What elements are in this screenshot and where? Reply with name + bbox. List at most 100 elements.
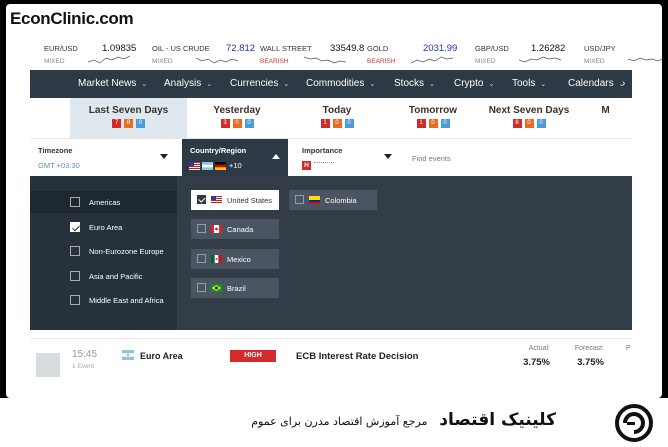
country-option[interactable]: Colombia — [289, 190, 377, 210]
day-tab[interactable]: Last Seven Days 7 8 0 — [70, 98, 187, 138]
nav-more-icon[interactable]: › — [622, 70, 625, 98]
day-tab[interactable]: M — [579, 98, 632, 138]
ticker-name: GBP/USD — [475, 44, 509, 53]
region-checkbox[interactable] — [70, 197, 80, 207]
flag-mx-icon — [211, 255, 222, 263]
day-tab-badges: 800 — [479, 119, 579, 128]
day-tab-badges: 780 — [70, 119, 187, 128]
timezone-label: Timezone — [38, 146, 73, 155]
ticker-sentiment: MIXED — [152, 58, 173, 65]
actual-value: 3.75% — [523, 357, 550, 368]
medium-count-badge: 0 — [428, 119, 438, 128]
country-option[interactable]: Mexico — [191, 249, 279, 269]
region-option[interactable]: Euro Area — [30, 216, 177, 238]
day-tab-label: Last Seven Days — [88, 105, 169, 116]
country-option[interactable]: United States — [191, 190, 279, 210]
find-events-input[interactable] — [412, 151, 622, 165]
flag-us-icon — [211, 196, 222, 204]
ticker-item[interactable]: OIL - US CRUDE 72.812 MIXED — [152, 42, 256, 72]
ticker-item[interactable]: GOLD 2031.99 BEARISH — [367, 42, 471, 72]
low-count-badge: 0 — [344, 119, 354, 128]
country-more-count: +10 — [229, 161, 242, 170]
nav-label: Crypto — [454, 78, 484, 89]
nav-analysis[interactable]: Analysis ⌄ — [164, 70, 212, 98]
day-tab[interactable]: Yesterday 3 0 0 — [187, 98, 287, 138]
country-option[interactable]: Canada — [191, 219, 279, 239]
ticker-item[interactable]: WALL STREET 33549.8 BEARISH — [260, 42, 364, 72]
low-count-badge: 0 — [536, 119, 546, 128]
flag-us-icon — [189, 162, 200, 172]
day-tab-badges: 100 — [287, 119, 387, 128]
event-zone: Euro Area — [140, 351, 183, 361]
nav-stocks[interactable]: Stocks ⌄ — [394, 70, 435, 98]
day-tab-label: Today — [322, 105, 352, 116]
medium-count-badge: 8 — [124, 119, 133, 128]
importance-indicator — [314, 162, 334, 169]
chevron-down-icon: ⌄ — [141, 81, 148, 88]
chevron-down-icon: ⌄ — [206, 81, 213, 88]
region-checkbox[interactable] — [70, 295, 80, 305]
ticker-name: GOLD — [367, 44, 389, 53]
country-region-filter[interactable]: Country/Region +10 — [182, 139, 288, 177]
nav-crypto[interactable]: Crypto ⌄ — [454, 70, 494, 98]
high-count-badge: 7 — [112, 119, 121, 128]
low-count-badge: 0 — [440, 119, 450, 128]
ticker-item[interactable]: EUR/USD 1.09835 MIXED — [44, 42, 148, 72]
region-checkbox[interactable] — [70, 246, 80, 256]
region-checkbox[interactable] — [70, 222, 80, 232]
ticker-value: 1.09835 — [102, 43, 137, 54]
region-label: Euro Area — [89, 223, 123, 232]
day-tab[interactable]: Tomorrow 1 0 0 — [387, 98, 479, 138]
nav-label: Commodities — [306, 78, 365, 89]
country-checkbox[interactable] — [295, 195, 304, 204]
country-option[interactable]: Brazil — [191, 278, 279, 298]
event-row[interactable]: 15:45 1 Event Euro Area HIGH ECB Interes… — [30, 338, 632, 394]
day-tab-badges: 100 — [387, 119, 479, 128]
nav-currencies[interactable]: Currencies ⌄ — [230, 70, 289, 98]
flag-co-icon — [309, 196, 320, 204]
footer-banner: کلینیک اقتصاد مرجع آموزش اقتصاد مدرن برا… — [0, 398, 668, 447]
importance-filter[interactable]: Importance H — [294, 139, 402, 177]
nav-label: Market News — [78, 78, 137, 89]
ticker-name: OIL - US CRUDE — [152, 44, 210, 53]
day-tab[interactable]: Today 1 0 0 — [287, 98, 387, 138]
event-avatar — [36, 353, 60, 377]
nav-label: Stocks — [394, 78, 425, 89]
medium-count-badge: 0 — [332, 119, 342, 128]
region-label: Asia and Pacific — [89, 272, 143, 281]
flag-ar-icon — [202, 162, 213, 172]
region-option[interactable]: Middle East and Africa — [30, 289, 177, 311]
forecast-label: Forecast: — [574, 345, 604, 352]
nav-market-news[interactable]: Market News ⌄ — [78, 70, 147, 98]
flag-de-icon — [215, 162, 226, 172]
event-actual: Actual: 3.75% — [520, 345, 550, 368]
region-option[interactable]: Americas — [30, 191, 177, 213]
nav-commodities[interactable]: Commodities ⌄ — [306, 70, 375, 98]
importance-label: Importance — [302, 146, 343, 155]
nav-calendars[interactable]: Calendars ⌄ — [568, 70, 624, 98]
site-logo[interactable]: EconClinic.com — [10, 9, 134, 29]
region-checkbox[interactable] — [70, 271, 80, 281]
nav-label: Currencies — [230, 78, 279, 89]
day-tab[interactable]: Next Seven Days 8 0 0 — [479, 98, 579, 138]
ticker-item[interactable]: GBP/USD 1.26282 MIXED — [475, 42, 579, 72]
region-option[interactable]: Asia and Pacific — [30, 265, 177, 287]
country-region-label: Country/Region — [190, 146, 247, 155]
sparkline-icon — [411, 56, 454, 64]
sparkline-icon — [519, 56, 562, 63]
country-checkbox[interactable] — [197, 254, 206, 263]
filter-bar: Timezone GMT +03:30 Country/Region +10 I… — [30, 138, 632, 177]
timezone-filter[interactable]: Timezone GMT +03:30 — [30, 139, 177, 177]
importance-high-badge: H — [302, 161, 311, 170]
footer-brand: کلینیک اقتصاد مرجع آموزش اقتصاد مدرن برا… — [251, 410, 556, 430]
country-dropdown-panel: Americas Euro Area Non-Eurozone Europe Asia… — [30, 176, 632, 330]
nav-tools[interactable]: Tools ⌄ — [512, 70, 546, 98]
country-checkbox[interactable] — [197, 195, 206, 204]
ticker-item[interactable]: USD/JPY MIXED — [584, 42, 662, 72]
country-checkbox[interactable] — [197, 224, 206, 233]
chevron-up-icon — [272, 154, 280, 159]
market-ticker: EUR/USD 1.09835 MIXED OIL - US CRUDE 72.812 M… — [44, 42, 662, 72]
event-title[interactable]: ECB Interest Rate Decision — [296, 351, 418, 362]
region-option[interactable]: Non-Eurozone Europe — [30, 240, 177, 262]
country-checkbox[interactable] — [197, 283, 206, 292]
